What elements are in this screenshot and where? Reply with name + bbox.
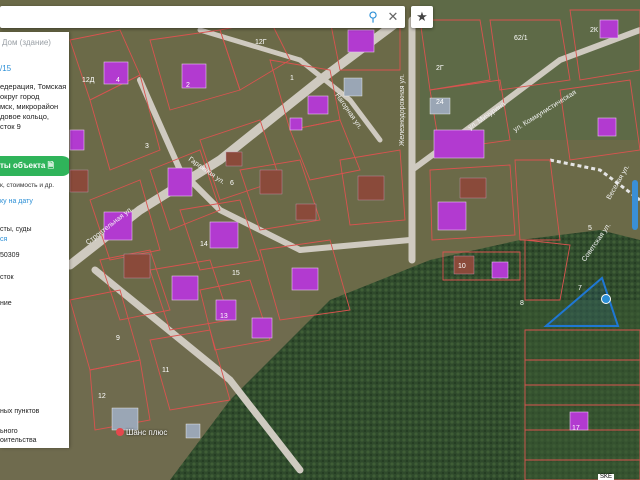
parcel-number: 17	[572, 425, 580, 432]
object-address: едерация, Томская округ город мск, микро…	[0, 82, 67, 131]
close-icon[interactable]: ✕	[384, 8, 402, 26]
parcel-number: 3	[145, 143, 149, 150]
map-tag: SKE	[598, 474, 615, 480]
parcel-number: 6	[230, 180, 234, 187]
cadastral-map[interactable]: Строительная ул. Железнодорожная ул. Гар…	[0, 0, 640, 480]
date-report-link[interactable]: ку на дату	[0, 198, 33, 205]
info-line: ьного	[0, 428, 18, 435]
street-label: Железнодорожная ул.	[399, 74, 406, 146]
parcel-number: 14	[200, 241, 208, 248]
info-line: сток	[0, 274, 14, 281]
info-line: 50309	[0, 252, 20, 259]
parcel-number: 8	[520, 300, 524, 307]
parcel-number: 2	[186, 82, 190, 89]
report-button-label: ты объекта	[0, 161, 46, 170]
map-scrollbar[interactable]	[632, 180, 638, 230]
parcel-number: 10	[458, 263, 466, 270]
report-subtitle: к, стоимость и др.	[0, 182, 55, 189]
info-line: сты, суды	[0, 226, 32, 233]
parcel-number: 2К	[590, 27, 599, 34]
parcel-number: 24	[436, 99, 444, 106]
parcel-number: 9	[116, 335, 120, 342]
poi-marker[interactable]: Шанс плюс	[116, 428, 167, 437]
parcel-number: 7	[578, 285, 582, 292]
parcel-number: 11	[162, 367, 169, 374]
report-button[interactable]: ты объекта 🗎	[0, 156, 69, 176]
object-info-panel: Дом (здание) /15 едерация, Томская округ…	[0, 32, 69, 448]
search-icon[interactable]: ⚲	[364, 8, 382, 26]
object-type-title: Дом (здание)	[2, 38, 51, 47]
pin-icon	[116, 428, 124, 436]
favorite-button[interactable]: ★	[411, 6, 433, 28]
parcel-number: 4	[116, 77, 120, 84]
parcel-number: 1	[290, 75, 294, 82]
star-icon: ★	[416, 9, 428, 24]
cadastral-number[interactable]: /15	[0, 64, 11, 73]
document-icon: 🗎	[47, 161, 55, 170]
parcel-number: 13	[220, 313, 228, 320]
parcel-number: 62/1	[514, 35, 528, 42]
poi-label: Шанс плюс	[126, 428, 168, 437]
parcel-number: 12Д	[82, 77, 95, 84]
search-bar[interactable]: ⚲ ✕	[0, 6, 405, 28]
parcel-number: 12Г	[255, 39, 267, 46]
info-link[interactable]: ся	[0, 236, 7, 243]
info-line: оительства	[0, 437, 37, 444]
info-line: ние	[0, 300, 12, 307]
parcel-number: 12	[98, 393, 106, 400]
selected-parcel-marker[interactable]	[601, 294, 611, 304]
parcel-number: 15	[232, 270, 240, 277]
parcel-number: 2Г	[436, 65, 444, 72]
parcel-number: 5	[588, 225, 592, 232]
info-line: ных пунктов	[0, 408, 40, 415]
